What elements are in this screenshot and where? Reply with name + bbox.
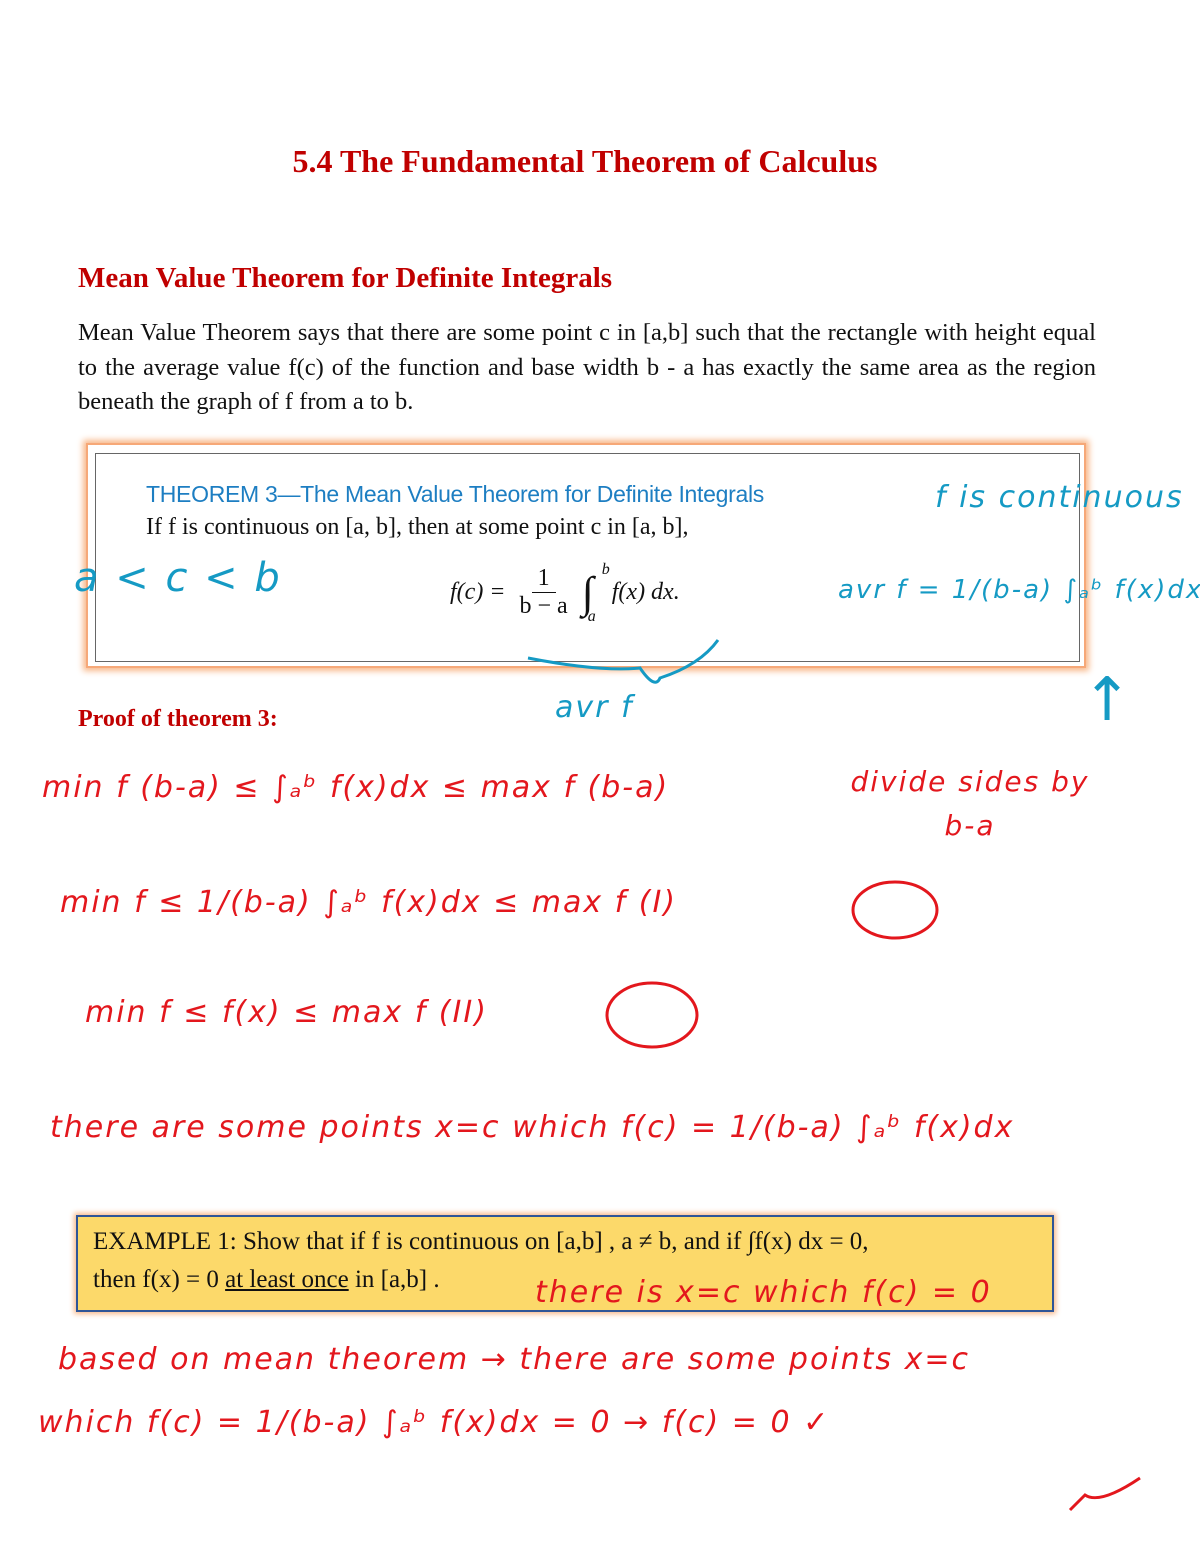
brace-stroke — [527, 639, 720, 684]
circle-II — [605, 981, 699, 1049]
ink-strokes — [527, 639, 1141, 1512]
document-page: 5.4 The Fundamental Theorem of Calculus … — [0, 0, 1200, 1553]
checkmark-icon — [1068, 1476, 1141, 1512]
circle-I — [851, 880, 939, 940]
